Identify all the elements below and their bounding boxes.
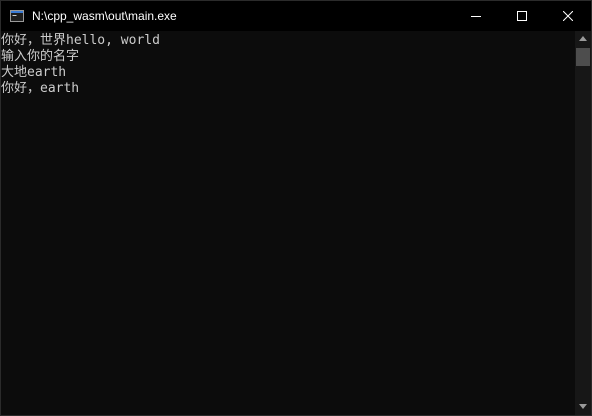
scrollbar-thumb[interactable] [576,48,590,66]
window-title: N:\cpp_wasm\out\main.exe [32,9,177,23]
close-button[interactable] [545,1,591,31]
title-bar[interactable]: N:\cpp_wasm\out\main.exe [1,1,591,31]
console-app-icon[interactable] [10,10,24,22]
scroll-up-arrow-icon [579,36,587,41]
scroll-down-button[interactable] [575,399,591,415]
scroll-up-button[interactable] [575,31,591,47]
console-line: 你好，earth [1,81,80,96]
vertical-scrollbar[interactable] [575,31,591,415]
console-line: 输入你的名字 [1,49,80,64]
close-icon [563,11,573,21]
minimize-icon [471,16,481,17]
maximize-button[interactable] [499,1,545,31]
maximize-icon [517,11,527,21]
minimize-button[interactable] [453,1,499,31]
console-output[interactable]: 你好，世界hello, world 输入你的名字 大地earth 你好，eart… [1,31,575,415]
console-line: 你好，世界hello, world [1,33,160,48]
scroll-down-arrow-icon [579,404,587,409]
console-line: 大地earth [1,65,67,80]
console-window: N:\cpp_wasm\out\main.exe 你好，世界hello, wor… [0,0,592,416]
